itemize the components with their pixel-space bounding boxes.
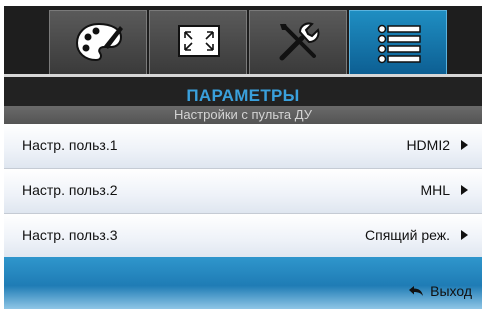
tools-icon [279, 22, 320, 61]
menu-header: ПАРАМЕТРЫ Настройки с пульта ДУ [4, 74, 482, 124]
return-arrow-icon [409, 286, 424, 296]
list-item-value: HDMI2 [406, 137, 450, 153]
palette-icon [75, 22, 123, 62]
list-item-user2[interactable]: Настр. польз.2 MHL [4, 169, 482, 214]
chevron-right-icon [461, 230, 468, 240]
tab-display[interactable] [149, 10, 247, 74]
list-item-value: MHL [420, 182, 450, 198]
exit-label: Выход [430, 283, 472, 299]
menu-title: ПАРАМЕТРЫ [186, 86, 300, 105]
osd-menu: ПАРАМЕТРЫ Настройки с пульта ДУ Настр. п… [4, 6, 482, 309]
tab-options[interactable] [349, 10, 447, 74]
chevron-right-icon [461, 140, 468, 150]
tab-image[interactable] [49, 10, 147, 74]
submenu-title: Настройки с пульта ДУ [4, 106, 482, 124]
list-item-value: Спящий реж. [365, 227, 450, 243]
options-list-icon [377, 24, 421, 64]
divider [4, 74, 482, 77]
list-item-user3[interactable]: Настр. польз.3 Спящий реж. [4, 214, 482, 259]
menu-footer: Выход [4, 257, 482, 309]
list-item-user1[interactable]: Настр. польз.1 HDMI2 [4, 124, 482, 169]
screen-resize-icon [178, 25, 220, 57]
list-item-label: Настр. польз.1 [22, 137, 118, 153]
exit-button[interactable]: Выход [408, 281, 472, 301]
tab-setup[interactable] [249, 10, 347, 74]
list-item-label: Настр. польз.3 [22, 227, 118, 243]
list-item-label: Настр. польз.2 [22, 182, 118, 198]
tab-bar [4, 6, 482, 74]
chevron-right-icon [461, 185, 468, 195]
